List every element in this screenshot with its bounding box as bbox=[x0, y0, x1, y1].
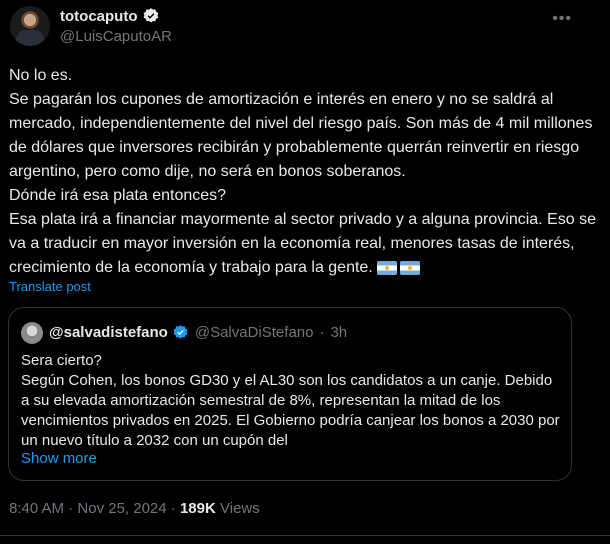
divider bbox=[0, 535, 610, 536]
meta-separator: · bbox=[68, 500, 78, 517]
quoted-post-text: Sera cierto? Según Cohen, los bonos GD30… bbox=[21, 352, 560, 449]
author-name-row: totocaputo bbox=[60, 7, 160, 25]
quoted-post[interactable]: @salvadistefano @SalvaDiStefano · 3h Ser… bbox=[8, 307, 572, 481]
argentina-flag-icon bbox=[376, 261, 397, 275]
meta-separator: · bbox=[170, 500, 180, 517]
post-date[interactable]: Nov 25, 2024 bbox=[77, 500, 166, 517]
author-display-name[interactable]: totocaputo bbox=[60, 8, 137, 25]
quoted-author-avatar bbox=[21, 322, 43, 344]
show-more-link[interactable]: Show more bbox=[21, 450, 97, 467]
post-line: No lo es. bbox=[9, 67, 73, 84]
quoted-separator: · bbox=[319, 324, 325, 341]
translate-post-link[interactable]: Translate post bbox=[9, 279, 91, 294]
emoji-flags bbox=[376, 261, 420, 275]
views-label: Views bbox=[220, 500, 260, 517]
post-header: totocaputo @LuisCaputoAR ••• bbox=[8, 6, 610, 50]
quoted-author-handle: @SalvaDiStefano bbox=[194, 324, 314, 341]
verified-badge-icon bbox=[144, 8, 159, 23]
post-line: Dónde irá esa plata entonces? bbox=[9, 187, 227, 204]
author-handle[interactable]: @LuisCaputoAR bbox=[60, 28, 172, 45]
post-line: Se pagarán los cupones de amortización e… bbox=[9, 91, 593, 180]
post-time[interactable]: 8:40 AM bbox=[9, 500, 64, 517]
author-avatar[interactable] bbox=[10, 6, 50, 46]
quoted-post-time: 3h bbox=[330, 324, 348, 341]
views-count: 189K bbox=[179, 500, 216, 517]
quoted-author-name: @salvadistefano bbox=[49, 324, 168, 341]
argentina-flag-icon bbox=[399, 261, 420, 275]
verified-badge-icon bbox=[173, 325, 188, 339]
post-text: No lo es. Se pagarán los cupones de amor… bbox=[9, 64, 599, 280]
post-meta: 8:40 AM · Nov 25, 2024 · 189K Views bbox=[9, 500, 260, 517]
more-options-icon[interactable]: ••• bbox=[552, 10, 572, 28]
quoted-post-header: @salvadistefano @SalvaDiStefano · 3h bbox=[49, 324, 347, 341]
post-line: Esa plata irá a financiar mayormente al … bbox=[9, 211, 596, 276]
